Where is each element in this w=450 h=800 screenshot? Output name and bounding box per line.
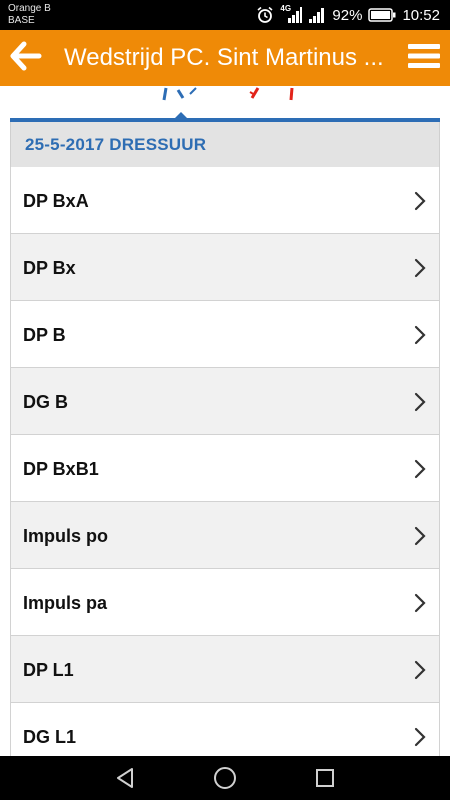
list-item-label: DG B <box>23 392 68 412</box>
arrow-left-icon <box>10 41 42 76</box>
battery-icon <box>368 7 396 23</box>
list-item[interactable]: DP BxA <box>10 167 440 234</box>
chevron-right-icon <box>414 593 426 613</box>
hamburger-menu-icon <box>408 42 440 75</box>
nav-back-button[interactable] <box>111 764 139 792</box>
carrier-name: Orange B <box>8 3 51 14</box>
clock: 10:52 <box>402 6 440 24</box>
list-item-label: Impuls pa <box>23 593 108 613</box>
list-item-label: DP Bx <box>23 258 76 278</box>
chevron-right-icon <box>414 258 426 278</box>
list-item-label: DP B <box>23 325 66 345</box>
section-title: 25-5-2017 DRESSUUR <box>25 135 207 154</box>
chevron-right-icon <box>414 325 426 345</box>
alarm-icon <box>256 6 274 24</box>
triangle-back-icon <box>117 768 133 788</box>
chevron-right-icon <box>414 191 426 211</box>
system-nav-bar <box>0 756 450 800</box>
circle-home-icon <box>214 767 236 789</box>
app-bar: Wedstrijd PC. Sint Martinus ... <box>0 30 450 86</box>
menu-button[interactable] <box>406 40 442 76</box>
list-item[interactable]: DP Bx <box>10 234 440 301</box>
chevron-right-icon <box>414 526 426 546</box>
carrier-info: Orange B BASE <box>8 3 51 27</box>
list-item[interactable]: DG L1 <box>10 703 440 756</box>
main-content: 25-5-2017 DRESSUUR DP BxA DP Bx DP B DG … <box>0 86 450 756</box>
status-bar: Orange B BASE 4G 92% 10:52 <box>0 0 450 30</box>
chevron-right-icon <box>414 727 426 747</box>
nav-recents-button[interactable] <box>311 764 339 792</box>
list-item[interactable]: DG B <box>10 368 440 435</box>
list-item[interactable]: Impuls po <box>10 502 440 569</box>
signal-4g-icon: 4G <box>280 4 303 24</box>
list-item-label: DG L1 <box>23 727 77 747</box>
signal-icon <box>308 6 326 24</box>
class-list: DP BxA DP Bx DP B DG B DP BxB1 Impuls po… <box>10 167 440 756</box>
list-item-label: DP BxB1 <box>23 459 99 479</box>
logo-fragment <box>150 86 310 104</box>
list-item[interactable]: DP B <box>10 301 440 368</box>
list-item-label: DP BxA <box>23 191 89 211</box>
page-title: Wedstrijd PC. Sint Martinus ... <box>64 44 384 71</box>
status-icons: 4G 92% 10:52 <box>256 0 440 30</box>
list-item[interactable]: DP L1 <box>10 636 440 703</box>
chevron-right-icon <box>414 392 426 412</box>
battery-percent: 92% <box>332 6 363 24</box>
list-item[interactable]: DP BxB1 <box>10 435 440 502</box>
chevron-right-icon <box>414 660 426 680</box>
list-item[interactable]: Impuls pa <box>10 569 440 636</box>
nav-home-button[interactable] <box>211 764 239 792</box>
carrier-network: BASE <box>8 15 35 26</box>
list-item-label: DP L1 <box>23 660 74 680</box>
back-button[interactable] <box>6 38 46 78</box>
chevron-right-icon <box>414 459 426 479</box>
network-type: 4G <box>280 4 292 13</box>
list-item-label: Impuls po <box>23 526 108 546</box>
section-header: 25-5-2017 DRESSUUR <box>10 122 440 167</box>
square-recents-icon <box>316 769 334 787</box>
